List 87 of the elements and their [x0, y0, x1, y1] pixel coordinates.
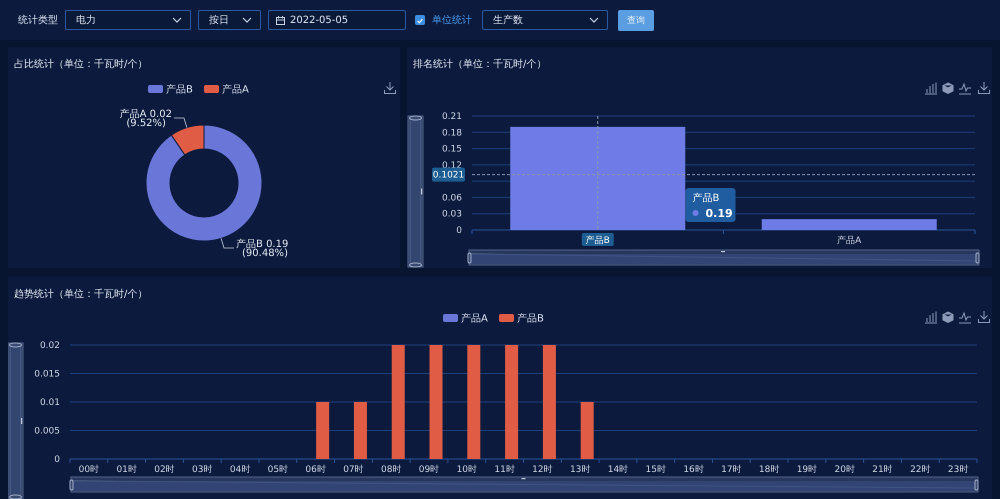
axis-label: 18时: [758, 465, 780, 475]
metric-select[interactable]: 生产数: [482, 10, 608, 30]
x-tick-label: 产品B: [586, 235, 610, 246]
legend-swatch[interactable]: [148, 85, 163, 93]
panel-title: 趋势统计（单位：千瓦时/个）: [13, 288, 148, 302]
legend-label[interactable]: 产品B: [517, 314, 544, 324]
legend-swatch[interactable]: [443, 314, 458, 322]
axis-label: 14时: [608, 465, 628, 475]
checkbox-label[interactable]: 单位统计: [432, 13, 472, 27]
slice-label: 产品A 0.02 (9.52%): [120, 109, 172, 130]
zoom-slider[interactable]: [408, 116, 424, 268]
axis-label: 23时: [948, 465, 968, 475]
legend-label[interactable]: 产品A: [222, 84, 249, 96]
pointer-label: 产品B: [582, 233, 614, 246]
axis-label: 0.015: [34, 370, 60, 380]
tooltip-title: 产品B: [692, 193, 720, 204]
line-chart-icon[interactable]: [958, 82, 972, 94]
panel-title: 排名统计（单位：千瓦时/个）: [412, 58, 546, 72]
chevron-icon: [172, 17, 182, 23]
axis-label: 0.02: [40, 341, 60, 351]
panel-title: 占比统计（单位：千瓦时/个）: [13, 58, 148, 72]
series-dot: [692, 210, 698, 216]
axis-label: 产品A: [837, 236, 862, 246]
tooltip: [686, 188, 736, 222]
leader-line: [220, 238, 234, 248]
date-field[interactable]: 2022-05-05: [268, 10, 406, 30]
axis-label: 11时: [494, 465, 515, 475]
axis-label: 08时: [381, 465, 402, 475]
axis-label: 00时: [78, 465, 100, 475]
axis-label: 01时: [116, 465, 137, 475]
axis-label: 20时: [834, 465, 855, 475]
legend-label[interactable]: 产品A: [461, 314, 488, 324]
calendar-icon: [276, 16, 285, 24]
legend-swatch[interactable]: [499, 314, 514, 322]
axis-label: 0.005: [34, 426, 60, 436]
axis-label: 15时: [646, 465, 666, 475]
axis-label: 0.03: [442, 210, 462, 220]
legend-label[interactable]: 产品B: [166, 84, 193, 96]
download-icon[interactable]: [384, 82, 396, 94]
axis-label: 0: [54, 455, 60, 465]
axis-label: 12时: [532, 465, 553, 475]
download-icon[interactable]: [978, 82, 990, 94]
pointer-label: 0.1021: [432, 168, 465, 182]
axis-label: 0.21: [442, 112, 462, 122]
axis-label: 03时: [192, 465, 212, 475]
axis-label: 19时: [796, 465, 818, 475]
axis-label: 02时: [154, 465, 175, 475]
axis-label: 0.18: [442, 128, 462, 138]
axis-label: 09时: [418, 465, 440, 475]
axis-label: 16时: [683, 465, 704, 475]
axis-label: 05时: [268, 465, 288, 475]
chevron-icon: [242, 17, 252, 23]
tooltip-value: 0.19: [706, 207, 733, 220]
filter-label: 统计类型: [18, 14, 58, 27]
axis-label: 21时: [872, 465, 893, 475]
axis-label: 0.15: [442, 144, 462, 155]
zoom-slider[interactable]: [468, 250, 980, 266]
line-chart-icon[interactable]: [958, 311, 972, 324]
zoom-slider[interactable]: [70, 476, 978, 492]
zoom-slider[interactable]: [8, 342, 24, 499]
date-value: 2022-05-05: [290, 14, 348, 26]
axis-label: 06时: [305, 465, 326, 475]
axis-label: 0.06: [442, 193, 462, 204]
type-select[interactable]: 电力: [65, 10, 191, 30]
chevron-icon: [589, 17, 599, 23]
axis-label: 04时: [230, 465, 250, 475]
ref-line-label: 0.1021: [432, 170, 464, 181]
period-select[interactable]: 按日: [198, 10, 261, 30]
bar-chart-icon[interactable]: [924, 82, 938, 94]
axis-label: 07时: [343, 465, 364, 475]
bar: [316, 402, 330, 459]
axis-label: 13时: [570, 465, 590, 475]
axis-label: 22时: [910, 465, 931, 475]
axis-label: 0: [456, 226, 462, 236]
axis-label: 17时: [721, 465, 742, 475]
bar-chart-icon[interactable]: [924, 311, 938, 324]
leader-line: [174, 118, 188, 128]
bar: [354, 402, 367, 459]
axis-label: 10时: [456, 465, 478, 475]
bar: [580, 402, 594, 459]
slice-label: 产品B 0.19 (90.48%): [236, 238, 288, 259]
legend-swatch[interactable]: [204, 85, 219, 93]
download-icon[interactable]: [978, 310, 990, 323]
axis-label: 0.01: [40, 398, 60, 408]
stack-icon[interactable]: [942, 312, 954, 324]
unit-checkbox[interactable]: [415, 15, 425, 25]
stack-icon[interactable]: [942, 82, 954, 94]
